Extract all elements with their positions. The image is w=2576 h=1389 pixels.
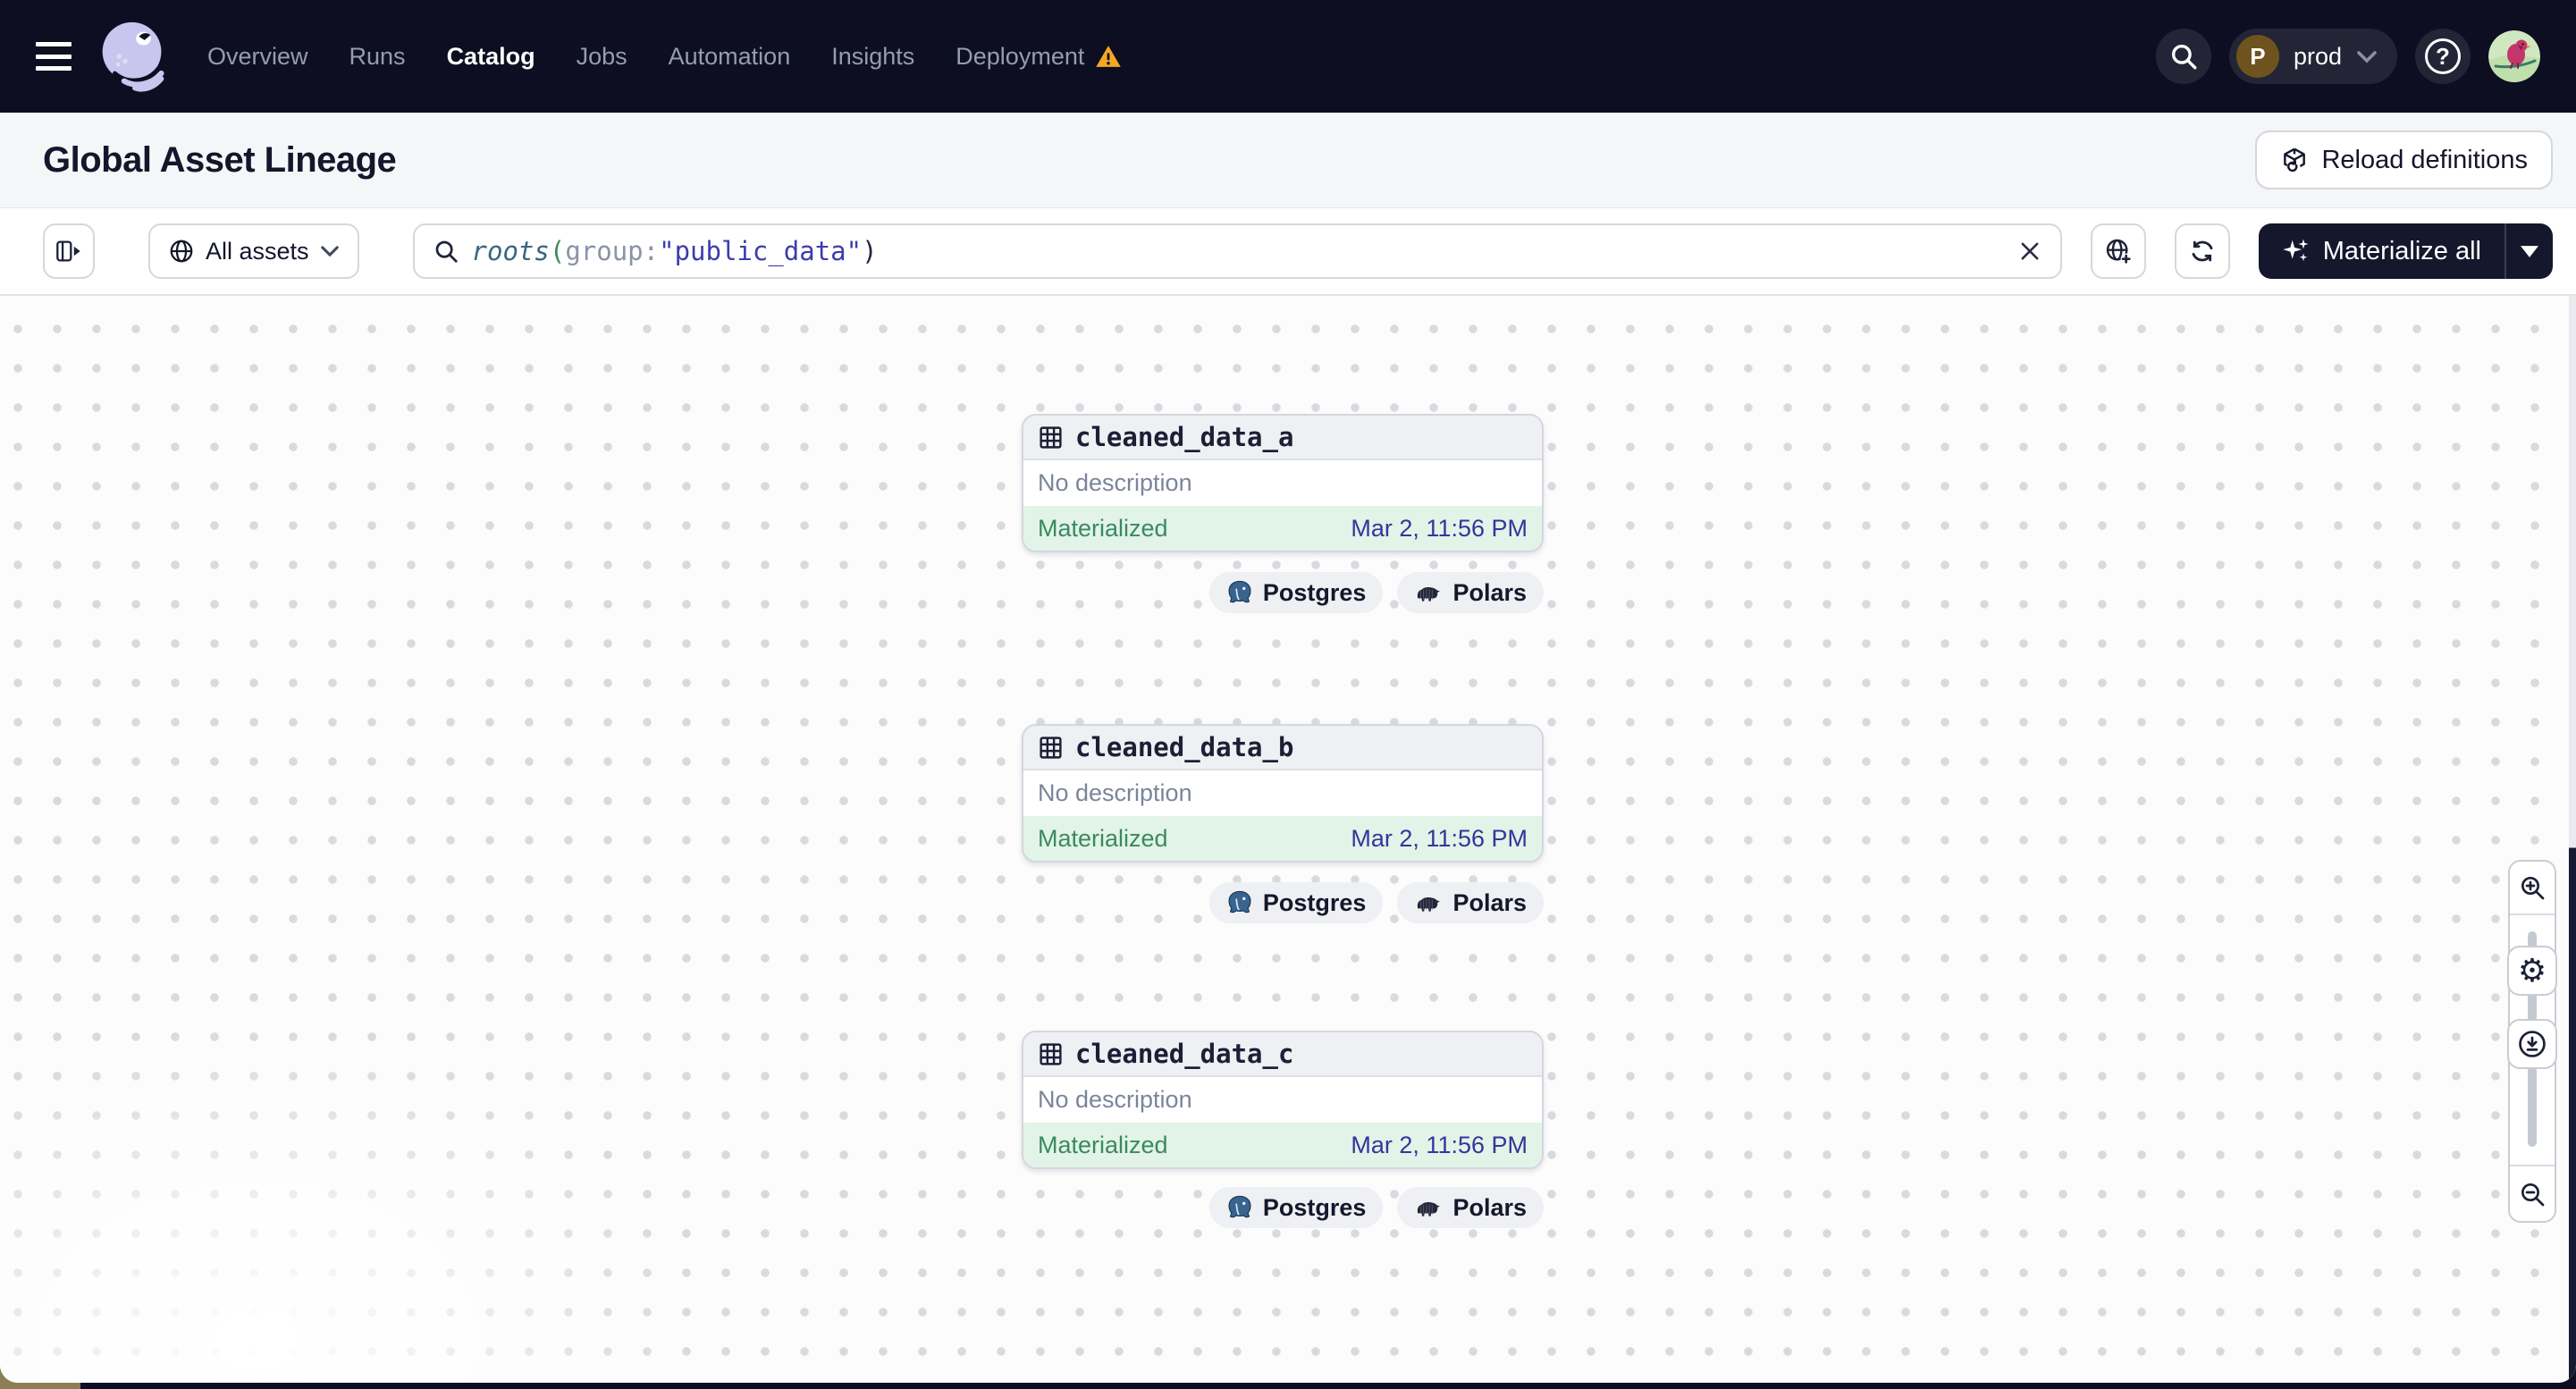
asset-name: cleaned_data_a [1075, 422, 1294, 452]
dagster-app-window: Overview Runs Catalog Jobs Automation In… [0, 0, 2576, 1383]
zoom-in-icon [2518, 873, 2547, 902]
download-icon [2517, 1029, 2547, 1059]
asset-node-header: cleaned_data_c [1023, 1032, 1542, 1077]
chevron-down-icon [320, 245, 340, 257]
nav-item-jobs[interactable]: Jobs [577, 43, 627, 71]
user-avatar[interactable] [2488, 30, 2540, 82]
reload-definitions-button[interactable]: Reload definitions [2255, 130, 2553, 189]
environment-name: prod [2293, 42, 2342, 70]
hamburger-menu-icon[interactable] [36, 42, 72, 71]
tag-polars[interactable]: Polars [1397, 1187, 1544, 1228]
asset-node-cleaned-data-c[interactable]: cleaned_data_c No description Materializ… [1022, 1031, 1544, 1169]
download-image-button[interactable] [2507, 1019, 2557, 1069]
globe-icon [168, 238, 195, 265]
nav-item-insights[interactable]: Insights [831, 43, 914, 71]
asset-node-header: cleaned_data_b [1023, 726, 1542, 770]
asset-description: No description [1023, 770, 1542, 816]
warning-triangle-icon [1095, 43, 1122, 70]
nav-item-catalog[interactable]: Catalog [447, 43, 535, 71]
clear-query-button[interactable] [2017, 239, 2042, 264]
asset-node-cleaned-data-a[interactable]: cleaned_data_a No description Materializ… [1022, 414, 1544, 552]
page-title: Global Asset Lineage [43, 139, 397, 180]
polars-bear-icon [1414, 1198, 1443, 1217]
lineage-graph-canvas[interactable]: cleaned_data_a No description Materializ… [0, 296, 2576, 1383]
asset-node-header: cleaned_data_a [1023, 416, 1542, 460]
materialize-options-button[interactable] [2506, 223, 2553, 279]
gear-icon: ⚙ [2517, 952, 2547, 989]
zoom-out-button[interactable] [2510, 1166, 2555, 1221]
asset-description: No description [1023, 460, 1542, 506]
panel-expand-icon [55, 239, 82, 264]
search-icon [433, 238, 459, 265]
asset-selection-input[interactable]: roots(group: "public_data") [412, 223, 2062, 279]
status-badge: Materialized [1038, 824, 1168, 852]
asset-tags-row: Postgres Polars [1022, 1187, 1544, 1228]
tag-polars[interactable]: Polars [1397, 572, 1544, 613]
asset-node-cleaned-data-b[interactable]: cleaned_data_b No description Materializ… [1022, 724, 1544, 863]
page-header: Global Asset Lineage Reload definitions [0, 113, 2576, 208]
asset-status-row: Materialized Mar 2, 11:56 PM [1023, 1123, 1542, 1167]
postgres-icon [1226, 889, 1253, 916]
help-button[interactable]: ? [2415, 29, 2471, 84]
asset-status-row: Materialized Mar 2, 11:56 PM [1023, 506, 1542, 551]
asset-scope-dropdown[interactable]: All assets [148, 223, 359, 279]
polars-bear-icon [1414, 893, 1443, 913]
caret-down-icon [2521, 245, 2538, 257]
zoom-out-icon [2518, 1180, 2547, 1208]
tag-postgres[interactable]: Postgres [1208, 1187, 1384, 1228]
tag-postgres[interactable]: Postgres [1208, 882, 1384, 923]
question-mark-icon: ? [2425, 38, 2461, 74]
chevron-down-icon [2356, 50, 2378, 63]
status-badge: Materialized [1038, 514, 1168, 542]
navbar-right-cluster: P prod ? [2155, 29, 2540, 84]
tag-postgres[interactable]: Postgres [1208, 572, 1384, 613]
tag-polars[interactable]: Polars [1397, 882, 1544, 923]
nav-item-automation[interactable]: Automation [669, 43, 791, 71]
graph-settings-button[interactable]: ⚙ [2507, 946, 2557, 996]
nav-item-deployment[interactable]: Deployment [955, 43, 1122, 71]
materialization-timestamp[interactable]: Mar 2, 11:56 PM [1351, 1132, 1528, 1159]
materialize-all-button[interactable]: Materialize all [2259, 223, 2504, 279]
asset-name: cleaned_data_b [1075, 732, 1294, 762]
nav-item-overview[interactable]: Overview [207, 43, 308, 71]
zoom-in-button[interactable] [2510, 862, 2555, 913]
materialization-timestamp[interactable]: Mar 2, 11:56 PM [1351, 825, 1528, 853]
refresh-icon [2188, 237, 2217, 265]
table-icon [1038, 1041, 1064, 1067]
new-catalog-view-button[interactable] [2090, 223, 2146, 279]
asset-selection-query: roots(group: "public_data") [471, 236, 878, 266]
global-search-button[interactable] [2155, 29, 2211, 84]
top-navbar: Overview Runs Catalog Jobs Automation In… [0, 0, 2576, 113]
postgres-icon [1226, 579, 1253, 606]
open-sidebar-panel-button[interactable] [43, 223, 95, 279]
lineage-toolbar: All assets roots(group: "public_data") M… [0, 208, 2576, 296]
reload-cube-icon [2280, 146, 2309, 174]
materialization-timestamp[interactable]: Mar 2, 11:56 PM [1351, 515, 1528, 543]
asset-description: No description [1023, 1077, 1542, 1123]
asset-tags-row: Postgres Polars [1022, 882, 1544, 923]
asset-tags-row: Postgres Polars [1022, 572, 1544, 613]
sparkles-icon [2282, 237, 2311, 265]
table-icon [1038, 735, 1064, 761]
primary-nav: Overview Runs Catalog Jobs Automation In… [207, 43, 1122, 71]
dagster-logo-icon[interactable] [95, 16, 175, 97]
postgres-icon [1226, 1194, 1253, 1221]
table-icon [1038, 425, 1064, 450]
asset-status-row: Materialized Mar 2, 11:56 PM [1023, 816, 1542, 861]
environment-initial-badge: P [2235, 35, 2279, 78]
materialize-split-button: Materialize all [2258, 223, 2553, 279]
search-icon [2168, 41, 2199, 72]
asset-name: cleaned_data_c [1075, 1039, 1294, 1069]
nav-item-runs[interactable]: Runs [349, 43, 406, 71]
vertical-scrollbar[interactable] [2569, 296, 2576, 1383]
polars-bear-icon [1414, 583, 1443, 602]
environment-switcher[interactable]: P prod [2228, 29, 2397, 84]
status-badge: Materialized [1038, 1131, 1168, 1158]
refresh-button[interactable] [2174, 223, 2230, 279]
globe-plus-icon [2104, 237, 2133, 265]
